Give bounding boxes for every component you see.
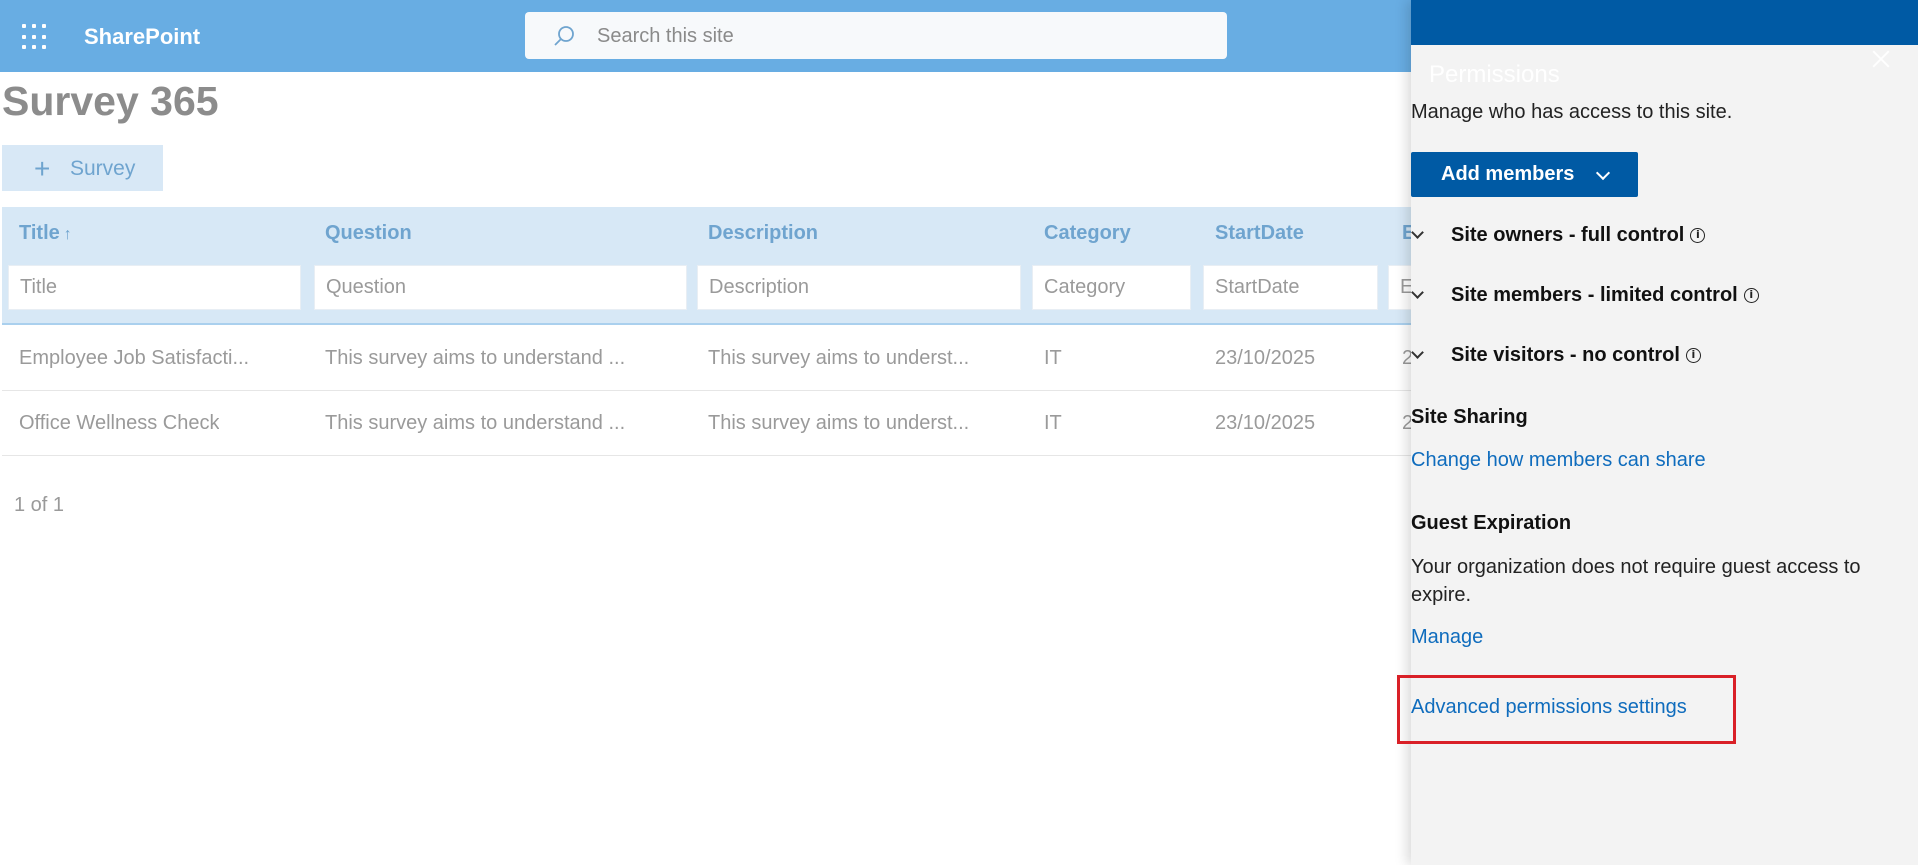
cell-title: Employee Job Satisfacti...	[19, 347, 250, 369]
guest-expiration-text: Your organization does not require guest…	[1411, 556, 1861, 606]
info-icon[interactable]: i	[1685, 348, 1701, 363]
column-header-title[interactable]: Title ↑	[19, 222, 72, 245]
table-row[interactable]: Office Wellness Check This survey aims t…	[2, 392, 1413, 456]
group-label: Site members - limited control	[1451, 284, 1738, 306]
column-header-category[interactable]: Category	[1044, 222, 1131, 245]
cell-category: IT	[1044, 412, 1062, 434]
group-site-visitors[interactable]: Site visitors - no control i	[1411, 340, 1891, 374]
panel-description: Manage who has access to this site.	[1411, 101, 1733, 123]
brand-name[interactable]: SharePoint	[84, 24, 200, 50]
info-icon[interactable]: i	[1690, 228, 1706, 243]
column-header-description[interactable]: Description	[708, 222, 818, 245]
chevron-down-icon	[1411, 346, 1424, 359]
app-launcher-icon[interactable]	[22, 24, 48, 50]
search-input[interactable]: Search this site	[597, 25, 734, 48]
column-header-startdate[interactable]: StartDate	[1215, 222, 1304, 245]
cell-startdate: 23/10/2025	[1215, 412, 1316, 434]
cell-description: This survey aims to underst...	[708, 412, 970, 434]
panel-header-strip	[1411, 0, 1918, 45]
search-box[interactable]: Search this site	[525, 12, 1227, 59]
cell-description: This survey aims to underst...	[708, 347, 970, 369]
add-members-button[interactable]: Add members	[1411, 152, 1638, 197]
group-label: Site owners - full control	[1451, 224, 1685, 246]
sort-ascending-icon: ↑	[63, 226, 72, 243]
add-members-label: Add members	[1441, 163, 1575, 185]
site-sharing-heading: Site Sharing	[1411, 406, 1528, 428]
group-label: Site visitors - no control	[1451, 344, 1680, 366]
highlight-box	[1397, 675, 1736, 744]
new-survey-label: Survey	[70, 157, 136, 180]
cell-category: IT	[1044, 347, 1062, 369]
column-header-question[interactable]: Question	[325, 222, 412, 245]
pager-text: 1 of 1	[14, 494, 65, 516]
filter-category-input[interactable]: Category	[1032, 265, 1191, 310]
chevron-down-icon	[1411, 286, 1424, 299]
chevron-down-icon	[1411, 226, 1424, 239]
new-survey-button[interactable]: + Survey	[2, 145, 163, 191]
plus-icon: +	[34, 153, 51, 184]
info-icon[interactable]: i	[1743, 288, 1759, 303]
cell-question: This survey aims to understand ...	[325, 412, 626, 434]
chevron-down-icon	[1595, 165, 1611, 181]
panel-title: Permissions	[1429, 61, 1560, 88]
search-icon	[554, 26, 574, 46]
guest-expiration-heading: Guest Expiration	[1411, 512, 1572, 534]
manage-link[interactable]: Manage	[1411, 626, 1483, 649]
close-icon[interactable]	[1868, 46, 1894, 72]
cell-title: Office Wellness Check	[19, 412, 220, 434]
filter-description-input[interactable]: Description	[697, 265, 1021, 310]
sharepoint-window: SharePoint Search this site Survey 365 +…	[0, 0, 1918, 865]
table-row[interactable]: Employee Job Satisfacti... This survey a…	[2, 327, 1413, 391]
filter-startdate-input[interactable]: StartDate	[1203, 265, 1378, 310]
filter-title-input[interactable]: Title	[8, 265, 301, 310]
filter-question-input[interactable]: Question	[314, 265, 687, 310]
cell-question: This survey aims to understand ...	[325, 347, 626, 369]
grid-header: Title ↑ Question Description Category Sta…	[2, 207, 1428, 325]
page-title: Survey 365	[2, 78, 219, 124]
cell-startdate: 23/10/2025	[1215, 347, 1316, 369]
change-sharing-link[interactable]: Change how members can share	[1411, 449, 1706, 472]
group-site-owners[interactable]: Site owners - full control i	[1411, 220, 1891, 254]
group-site-members[interactable]: Site members - limited control i	[1411, 280, 1891, 314]
